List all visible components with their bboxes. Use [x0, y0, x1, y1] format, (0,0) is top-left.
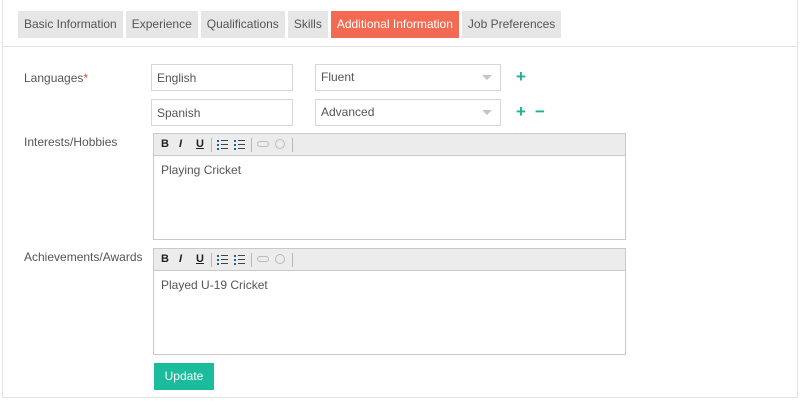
- language-level-value-2: Advanced: [321, 105, 375, 119]
- tab-experience[interactable]: Experience: [125, 11, 198, 38]
- achievements-editor-toolbar: B I U: [154, 249, 625, 271]
- toolbar-separator: [292, 138, 293, 152]
- tab-additional-information[interactable]: Additional Information: [330, 11, 459, 38]
- achievements-editor-content[interactable]: Played U-19 Cricket: [154, 271, 625, 299]
- bulleted-list-icon[interactable]: [217, 139, 228, 150]
- toolbar-separator: [251, 253, 252, 267]
- languages-label: Languages*: [24, 71, 88, 85]
- remove-language-button-2[interactable]: −: [535, 103, 545, 120]
- toolbar-separator: [211, 253, 212, 267]
- interests-editor-content[interactable]: Playing Cricket: [154, 156, 625, 184]
- chevron-down-icon: [482, 110, 492, 115]
- language-level-value-1: Fluent: [321, 70, 355, 84]
- profile-form-panel: Basic Information Experience Qualificati…: [2, 0, 798, 398]
- numbered-list-icon[interactable]: [234, 254, 245, 265]
- interests-label: Interests/Hobbies: [24, 135, 118, 149]
- toolbar-separator: [292, 253, 293, 267]
- tab-job-preferences[interactable]: Job Preferences: [461, 11, 562, 38]
- underline-button[interactable]: U: [196, 137, 204, 152]
- language-input-2[interactable]: [151, 99, 293, 126]
- bulleted-list-icon[interactable]: [217, 254, 228, 265]
- toolbar-separator: [251, 138, 252, 152]
- italic-button[interactable]: I: [179, 137, 182, 152]
- achievements-label: Achievements/Awards: [24, 250, 143, 264]
- unlink-icon[interactable]: [275, 139, 285, 149]
- bold-button[interactable]: B: [161, 252, 169, 267]
- language-level-select-1[interactable]: Fluent: [315, 64, 501, 91]
- update-button[interactable]: Update: [154, 363, 214, 390]
- tab-qualifications[interactable]: Qualifications: [200, 11, 285, 38]
- achievements-editor: B I U Played U-19 Cricket: [153, 248, 626, 355]
- required-marker: *: [83, 71, 89, 85]
- add-language-button-2[interactable]: +: [516, 103, 526, 120]
- numbered-list-icon[interactable]: [234, 139, 245, 150]
- interests-editor: B I U Playing Cricket: [153, 133, 626, 240]
- underline-button[interactable]: U: [196, 252, 204, 267]
- language-input-1[interactable]: [151, 64, 293, 91]
- unlink-icon[interactable]: [275, 254, 285, 264]
- link-icon[interactable]: [257, 141, 269, 147]
- interests-editor-toolbar: B I U: [154, 134, 625, 156]
- link-icon[interactable]: [257, 256, 269, 262]
- italic-button[interactable]: I: [179, 252, 182, 267]
- language-level-select-2[interactable]: Advanced: [315, 99, 501, 126]
- toolbar-separator: [211, 138, 212, 152]
- chevron-down-icon: [482, 75, 492, 80]
- bold-button[interactable]: B: [161, 137, 169, 152]
- tab-bar: Basic Information Experience Qualificati…: [18, 11, 564, 38]
- tab-divider: [3, 46, 797, 47]
- add-language-button-1[interactable]: +: [516, 68, 526, 85]
- tab-basic-information[interactable]: Basic Information: [18, 11, 123, 38]
- languages-label-text: Languages: [24, 71, 84, 85]
- tab-skills[interactable]: Skills: [287, 11, 328, 38]
